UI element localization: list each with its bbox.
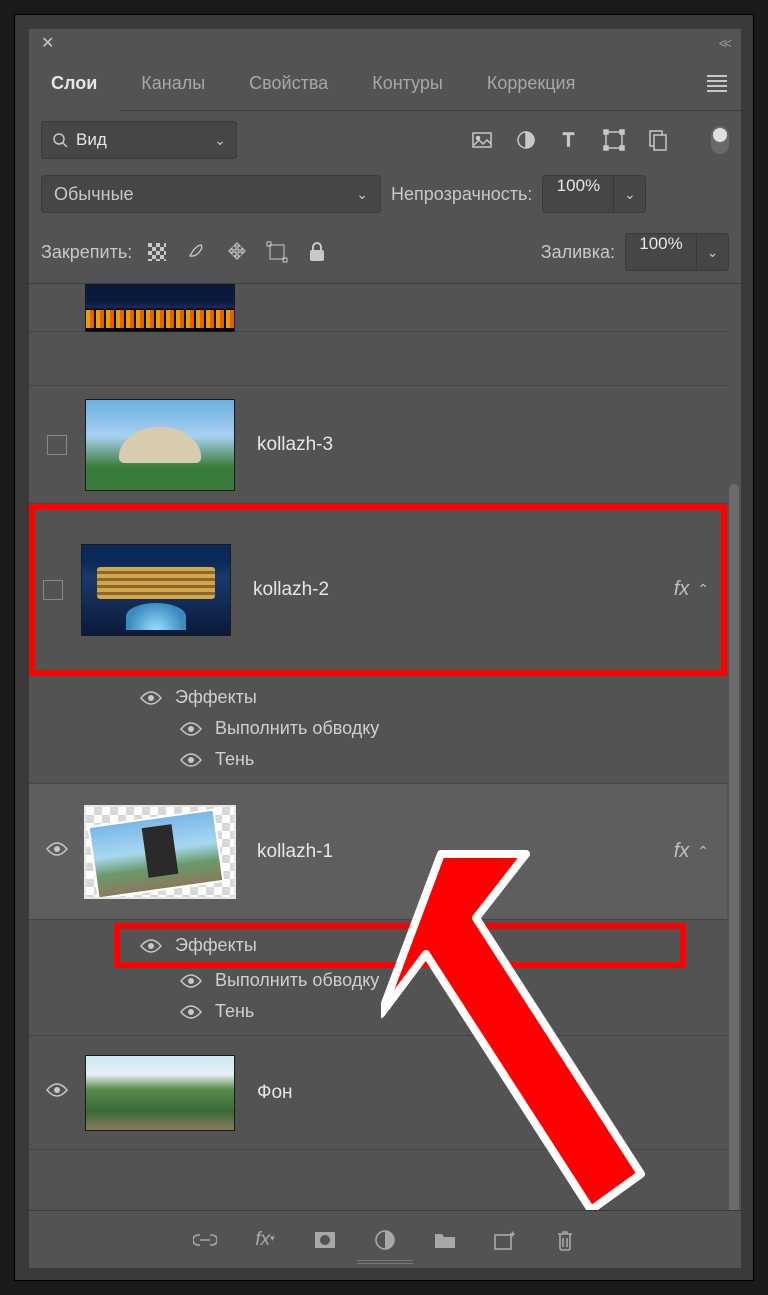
layer-name[interactable]: kollazh-1 [257, 841, 333, 863]
group-icon[interactable] [433, 1228, 457, 1252]
effects-label: Эффекты [175, 687, 257, 708]
scrollbar-thumb[interactable] [729, 484, 739, 1210]
eye-icon[interactable] [179, 1004, 203, 1020]
eye-icon[interactable] [179, 752, 203, 768]
effects-label: Эффекты [175, 935, 257, 956]
layer-thumbnail[interactable] [85, 399, 235, 491]
adjustment-layer-icon[interactable] [373, 1228, 397, 1252]
effects-header[interactable]: Эффекты [121, 930, 679, 961]
close-icon[interactable]: ✕ [41, 33, 54, 53]
eye-icon[interactable] [139, 938, 163, 954]
lock-row: Закрепить: Заливка: 100% ⌄ [29, 225, 741, 284]
layer-thumbnail[interactable] [85, 1055, 235, 1131]
fill-input[interactable]: 100% [625, 233, 697, 271]
visibility-toggle[interactable] [29, 435, 85, 455]
layer-thumbnail[interactable] [85, 284, 235, 332]
fx-icon[interactable]: fx▾ [253, 1228, 277, 1252]
lock-icons [146, 241, 328, 263]
lock-transparency-icon[interactable] [146, 241, 168, 263]
effects-header[interactable]: Эффекты [29, 682, 727, 713]
opacity-input[interactable]: 100% [542, 175, 614, 213]
tab-channels[interactable]: Каналы [119, 57, 227, 110]
filter-type-icon[interactable]: T [559, 129, 581, 151]
layer-name[interactable]: Фон [257, 1082, 293, 1104]
chevron-down-icon: ⌄ [356, 186, 368, 203]
fx-badge[interactable]: fx⌃ [674, 840, 709, 863]
filter-icons: T [471, 129, 669, 151]
search-input[interactable] [76, 130, 176, 150]
opacity-label: Непрозрачность: [391, 184, 532, 205]
layer-name[interactable]: kollazh-3 [257, 434, 333, 456]
filter-toggle[interactable] [711, 126, 729, 154]
effect-shadow[interactable]: Тень [29, 744, 727, 775]
delete-icon[interactable] [553, 1228, 577, 1252]
svg-text:T: T [563, 130, 574, 150]
fill-stepper[interactable]: ⌄ [697, 233, 729, 271]
layer-row[interactable] [29, 284, 727, 332]
filter-row: ⌄ T [29, 111, 741, 169]
visibility-toggle[interactable] [29, 1082, 85, 1103]
eye-icon[interactable] [179, 721, 203, 737]
layer-row-background[interactable]: Фон [29, 1036, 727, 1150]
filter-shape-icon[interactable] [603, 129, 625, 151]
link-layers-icon[interactable] [193, 1228, 217, 1252]
effects-group: Эффекты Выполнить обводку Тень [29, 676, 727, 784]
lock-paint-icon[interactable] [186, 241, 208, 263]
effect-stroke[interactable]: Выполнить обводку [29, 713, 727, 744]
panel-tabs: Слои Каналы Свойства Контуры Коррекция [29, 57, 741, 111]
layer-list: kollazh-3 kollazh-2 fx⌃ Эффекты [29, 284, 741, 1210]
collapse-icon[interactable]: << [719, 35, 729, 51]
blend-mode-select[interactable]: Обычные ⌄ [41, 175, 381, 213]
layer-row-kollazh-2[interactable]: kollazh-2 fx⌃ [29, 504, 727, 676]
panel-titlebar: ✕ << [29, 29, 741, 57]
mask-icon[interactable] [313, 1228, 337, 1252]
layers-panel: ✕ << Слои Каналы Свойства Контуры Коррек… [29, 29, 741, 1268]
visibility-toggle[interactable] [29, 841, 85, 862]
opacity-stepper[interactable]: ⌄ [614, 175, 646, 213]
resize-grip[interactable] [357, 1260, 413, 1266]
blend-mode-value: Обычные [54, 184, 134, 205]
fx-badge[interactable]: fx⌃ [674, 578, 709, 601]
lock-all-icon[interactable] [306, 241, 328, 263]
layer-row-kollazh-1[interactable]: kollazh-1 fx⌃ [29, 784, 727, 920]
effects-group: Эффекты Выполнить обводку Тень [29, 920, 727, 1036]
tab-properties[interactable]: Свойства [227, 57, 350, 110]
layer-search[interactable]: ⌄ [41, 121, 237, 159]
filter-smartobject-icon[interactable] [647, 129, 669, 151]
search-icon [52, 132, 68, 148]
layer-name[interactable]: kollazh-2 [253, 579, 329, 601]
eye-icon[interactable] [179, 973, 203, 989]
effect-stroke[interactable]: Выполнить обводку [29, 965, 727, 996]
filter-pixel-icon[interactable] [471, 129, 493, 151]
chevron-down-icon[interactable]: ⌄ [214, 132, 226, 149]
lock-label: Закрепить: [41, 242, 132, 263]
lock-position-icon[interactable] [226, 241, 248, 263]
blend-row: Обычные ⌄ Непрозрачность: 100% ⌄ [29, 169, 741, 225]
panel-menu-icon[interactable] [693, 72, 741, 95]
layer-thumbnail[interactable] [81, 544, 231, 636]
visibility-toggle[interactable] [29, 580, 81, 600]
layer-thumbnail[interactable] [85, 806, 235, 898]
tab-layers[interactable]: Слои [29, 58, 119, 111]
fill-label: Заливка: [541, 242, 615, 263]
tab-adjustments[interactable]: Коррекция [465, 57, 598, 110]
new-layer-icon[interactable] [493, 1228, 517, 1252]
eye-icon[interactable] [139, 690, 163, 706]
effect-shadow[interactable]: Тень [29, 996, 727, 1027]
tab-paths[interactable]: Контуры [350, 57, 465, 110]
lock-artboard-icon[interactable] [266, 241, 288, 263]
filter-adjustment-icon[interactable] [515, 129, 537, 151]
layer-row-kollazh-3[interactable]: kollazh-3 [29, 386, 727, 504]
